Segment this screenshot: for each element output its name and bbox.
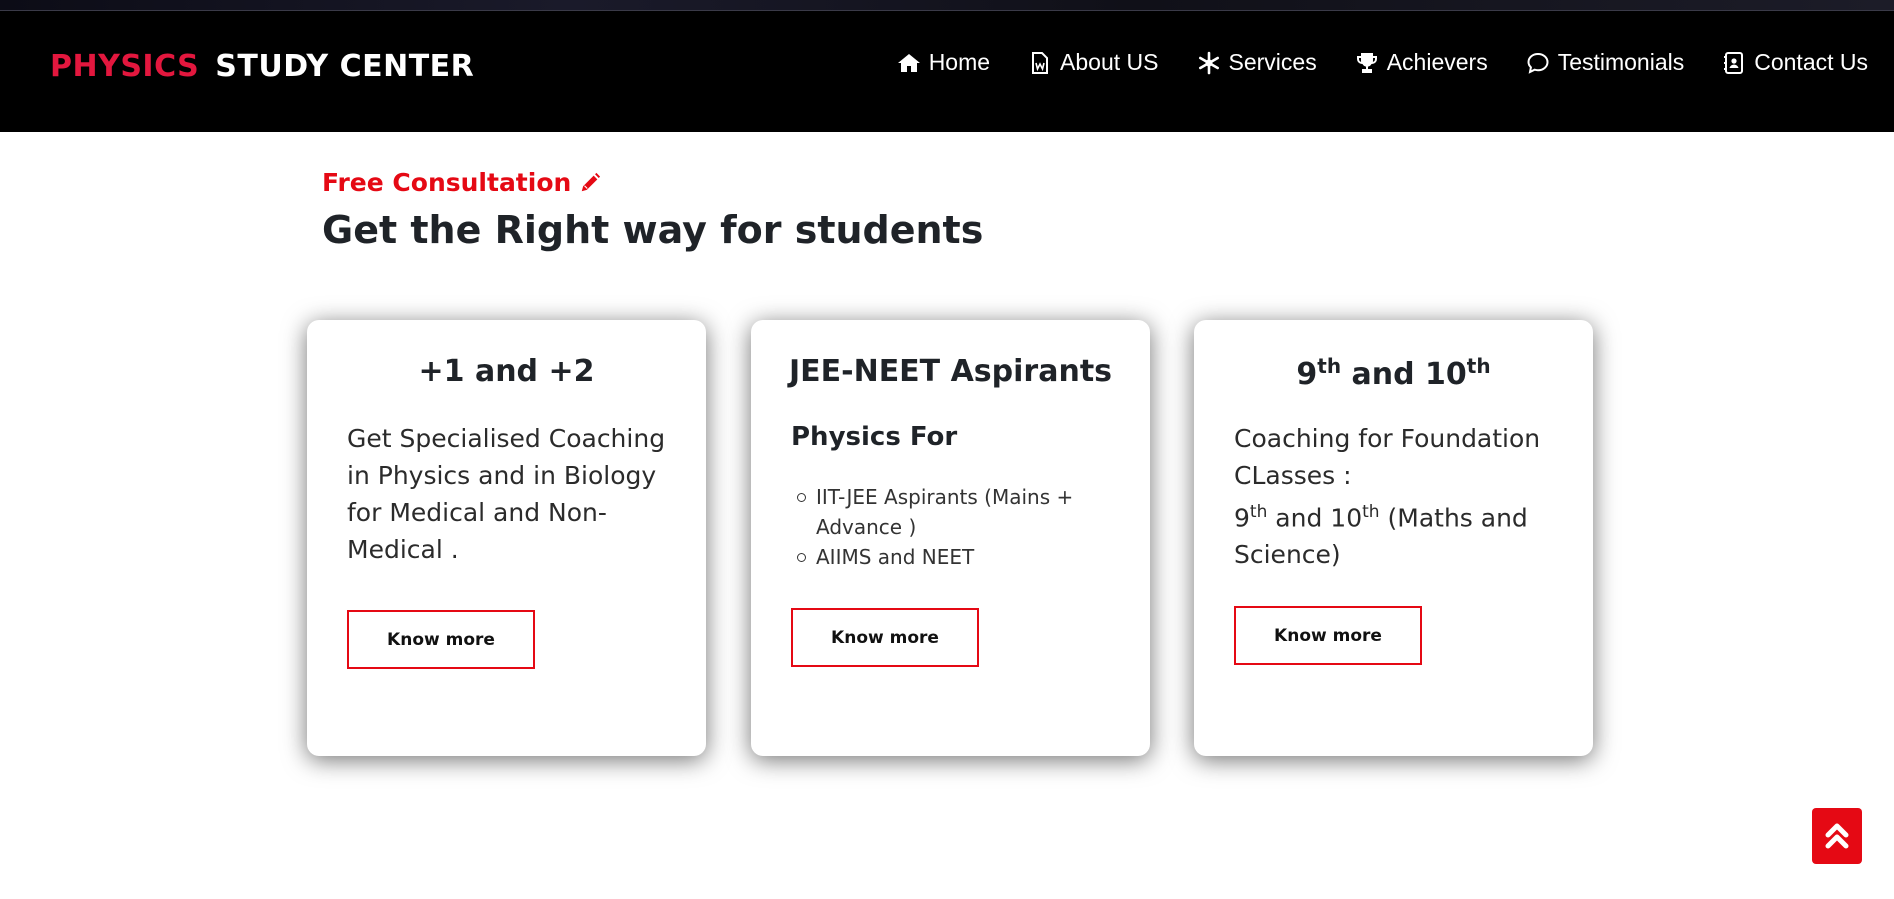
know-more-button[interactable]: Know more [347, 610, 535, 669]
double-chevron-up-icon [1825, 823, 1849, 849]
title-part: 9 [1296, 357, 1318, 392]
nav-testimonials-label: Testimonials [1557, 49, 1685, 75]
contact-icon [1724, 51, 1744, 74]
nav-achievers[interactable]: Achievers [1355, 49, 1488, 76]
know-more-button[interactable]: Know more [1234, 606, 1422, 665]
text-sup: th [1249, 502, 1268, 522]
nav-home-label: Home [928, 49, 991, 75]
brand-logo[interactable]: PHYSICS STUDY CENTER [50, 49, 474, 84]
text-part: and 10 [1267, 503, 1363, 533]
top-strip [0, 0, 1894, 11]
text-line: Coaching for Foundation CLasses : [1234, 424, 1541, 490]
service-card: JEE-NEET Aspirants Physics For IIT-JEE A… [751, 320, 1150, 756]
chat-icon [1527, 52, 1549, 74]
card-title: +1 and +2 [418, 354, 595, 389]
nav-home[interactable]: Home [897, 49, 990, 76]
service-card: +1 and +2 Get Specialised Coaching in Ph… [307, 320, 706, 756]
eyebrow-text: Free Consultation [322, 168, 572, 197]
snowflake-icon [1198, 51, 1219, 74]
main-nav: Home About US Services Achievers Testimo… [859, 49, 1868, 76]
nav-about[interactable]: About US [1028, 49, 1159, 76]
nav-contact[interactable]: Contact Us [1722, 49, 1868, 76]
nav-contact-label: Contact Us [1754, 49, 1868, 75]
title-sup: th [1317, 354, 1342, 378]
title-sup: th [1466, 354, 1491, 378]
section-eyebrow: Free Consultation [322, 168, 601, 197]
text-sup: th [1362, 502, 1380, 522]
brand-part2: STUDY CENTER [215, 49, 475, 84]
card-title: JEE-NEET Aspirants [788, 354, 1113, 389]
navbar: PHYSICS STUDY CENTER Home About US Servic… [0, 11, 1894, 132]
nav-services[interactable]: Services [1197, 49, 1317, 76]
document-icon [1032, 51, 1049, 74]
section-headline: Get the Right way for students [322, 208, 984, 252]
list-item: AIIMS and NEET [791, 542, 1111, 572]
home-icon [897, 53, 920, 72]
card-description: Get Specialised Coaching in Physics and … [347, 424, 666, 564]
pencil-icon [582, 172, 601, 191]
know-more-button[interactable]: Know more [791, 608, 979, 667]
text-part: 9 [1234, 503, 1250, 533]
list-item: IIT-JEE Aspirants (Mains + Advance ) [791, 482, 1111, 542]
title-part: and 10 [1341, 357, 1467, 392]
card-list: IIT-JEE Aspirants (Mains + Advance ) AII… [791, 482, 1111, 572]
card-description: Coaching for Foundation CLasses :9th and… [1234, 420, 1564, 573]
nav-services-label: Services [1228, 49, 1317, 75]
trophy-icon [1356, 52, 1377, 73]
nav-about-label: About US [1060, 49, 1159, 75]
nav-testimonials[interactable]: Testimonials [1526, 49, 1685, 76]
nav-achievers-label: Achievers [1386, 49, 1488, 75]
service-card: 9th and 10th Coaching for Foundation CLa… [1194, 320, 1593, 756]
scroll-to-top-button[interactable] [1812, 808, 1862, 864]
card-title: 9th and 10th [1194, 354, 1593, 392]
brand-part1: PHYSICS [50, 49, 200, 84]
card-subtitle: Physics For [791, 422, 958, 452]
